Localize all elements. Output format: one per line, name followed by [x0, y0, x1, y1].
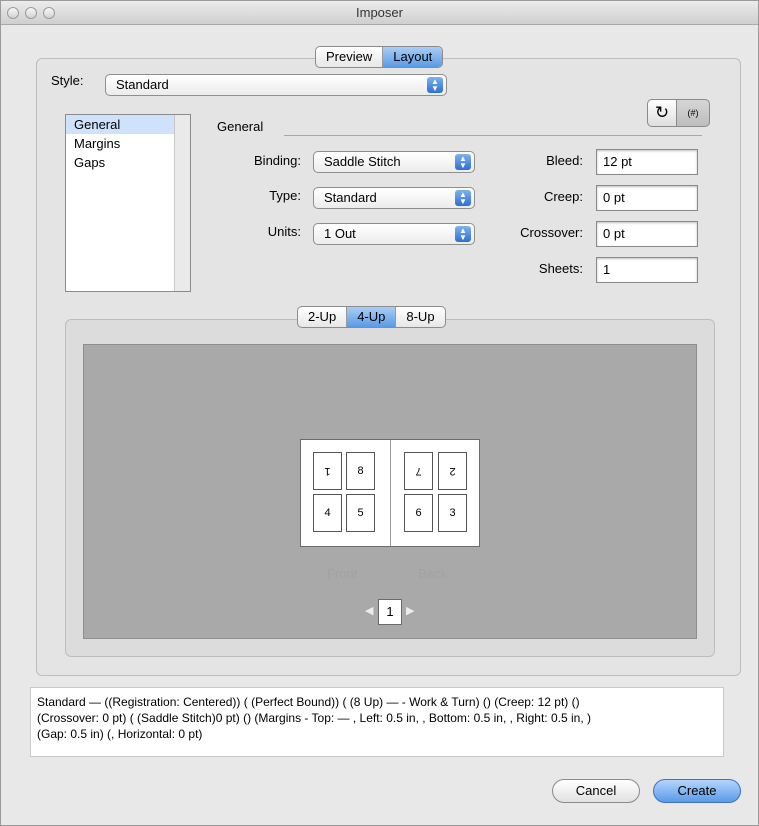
page-number: 1 — [378, 599, 402, 625]
crossover-field[interactable]: 0 pt — [596, 221, 698, 247]
type-popup[interactable]: Standard ▲ ▼ — [313, 187, 475, 209]
back-label: Back — [418, 566, 447, 581]
create-button[interactable]: Create — [653, 779, 741, 803]
grid-button[interactable]: (#) — [676, 99, 710, 127]
general-separator — [284, 135, 702, 136]
back-page-2: 2 — [438, 452, 467, 490]
window-title: Imposer — [356, 5, 403, 20]
sheets-field[interactable]: 1 — [596, 257, 698, 283]
sidebar-item-general[interactable]: General — [66, 115, 190, 134]
reset-icon: ↻ — [654, 103, 670, 122]
next-page-icon[interactable]: ▶ — [406, 604, 414, 617]
up-tabs: 2-Up 4-Up 8-Up — [297, 306, 446, 328]
binding-label: Binding: — [254, 153, 301, 168]
bleed-label: Bleed: — [546, 153, 583, 168]
bleed-field[interactable]: 12 pt — [596, 149, 698, 175]
view-tabs: Preview Layout — [315, 46, 444, 68]
style-value: Standard — [116, 77, 169, 92]
settings-summary: Standard — ((Registration: Centered)) ( … — [30, 687, 724, 757]
back-page-3: 3 — [438, 494, 467, 532]
title-bar: Imposer — [1, 1, 758, 25]
tab-preview[interactable]: Preview — [316, 47, 384, 67]
front-page-4: 4 — [313, 494, 342, 532]
sheets-label: Sheets: — [538, 261, 583, 276]
cancel-button[interactable]: Cancel — [552, 779, 640, 803]
general-heading: General — [217, 119, 264, 134]
grid-icon: (#) — [687, 108, 699, 118]
tab-8-up[interactable]: 8-Up — [396, 307, 444, 327]
tab-2-up[interactable]: 2-Up — [298, 307, 348, 327]
style-popup[interactable]: Standard ▲ ▼ — [105, 74, 447, 96]
binding-popup[interactable]: Saddle Stitch ▲ ▼ — [313, 151, 475, 173]
type-label: Type: — [269, 188, 301, 203]
previous-page-icon[interactable]: ◀ — [365, 604, 373, 617]
minimize-window-icon[interactable] — [25, 7, 37, 19]
popup-arrows-icon: ▲ ▼ — [427, 77, 443, 93]
list-scrollbar[interactable] — [174, 115, 190, 291]
front-page-8: 8 — [346, 452, 375, 490]
front-page-5: 5 — [346, 494, 375, 532]
sidebar-item-margins[interactable]: Margins — [66, 134, 190, 153]
style-label: Style: — [51, 73, 84, 88]
category-list[interactable]: General Margins Gaps — [65, 114, 191, 292]
back-page-7: 7 — [404, 452, 433, 490]
tab-4-up[interactable]: 4-Up — [347, 307, 397, 327]
imposition-sheet: 1 8 4 5 7 2 6 3 — [300, 439, 480, 547]
creep-field[interactable]: 0 pt — [596, 185, 698, 211]
units-popup[interactable]: 1 Out ▲ ▼ — [313, 223, 475, 245]
crossover-label: Crossover: — [520, 225, 583, 240]
type-value: Standard — [324, 190, 377, 205]
popup-arrows-icon: ▲ ▼ — [455, 154, 471, 170]
zoom-window-icon[interactable] — [43, 7, 55, 19]
creep-label: Creep: — [543, 189, 583, 204]
popup-arrows-icon: ▲ ▼ — [455, 190, 471, 206]
units-label: Units: — [267, 224, 301, 239]
sidebar-item-gaps[interactable]: Gaps — [66, 153, 190, 172]
popup-arrows-icon: ▲ ▼ — [455, 226, 471, 242]
reset-button[interactable]: ↻ — [647, 99, 677, 127]
binding-value: Saddle Stitch — [324, 154, 401, 169]
close-window-icon[interactable] — [7, 7, 19, 19]
front-page-1: 1 — [313, 452, 342, 490]
units-value: 1 Out — [324, 226, 356, 241]
tab-layout[interactable]: Layout — [383, 47, 443, 67]
front-label: Front — [327, 566, 358, 581]
back-page-6: 6 — [404, 494, 433, 532]
sheet-divider — [390, 440, 391, 546]
imposer-window: Imposer Preview Layout Style: Standard ▲… — [0, 0, 759, 826]
